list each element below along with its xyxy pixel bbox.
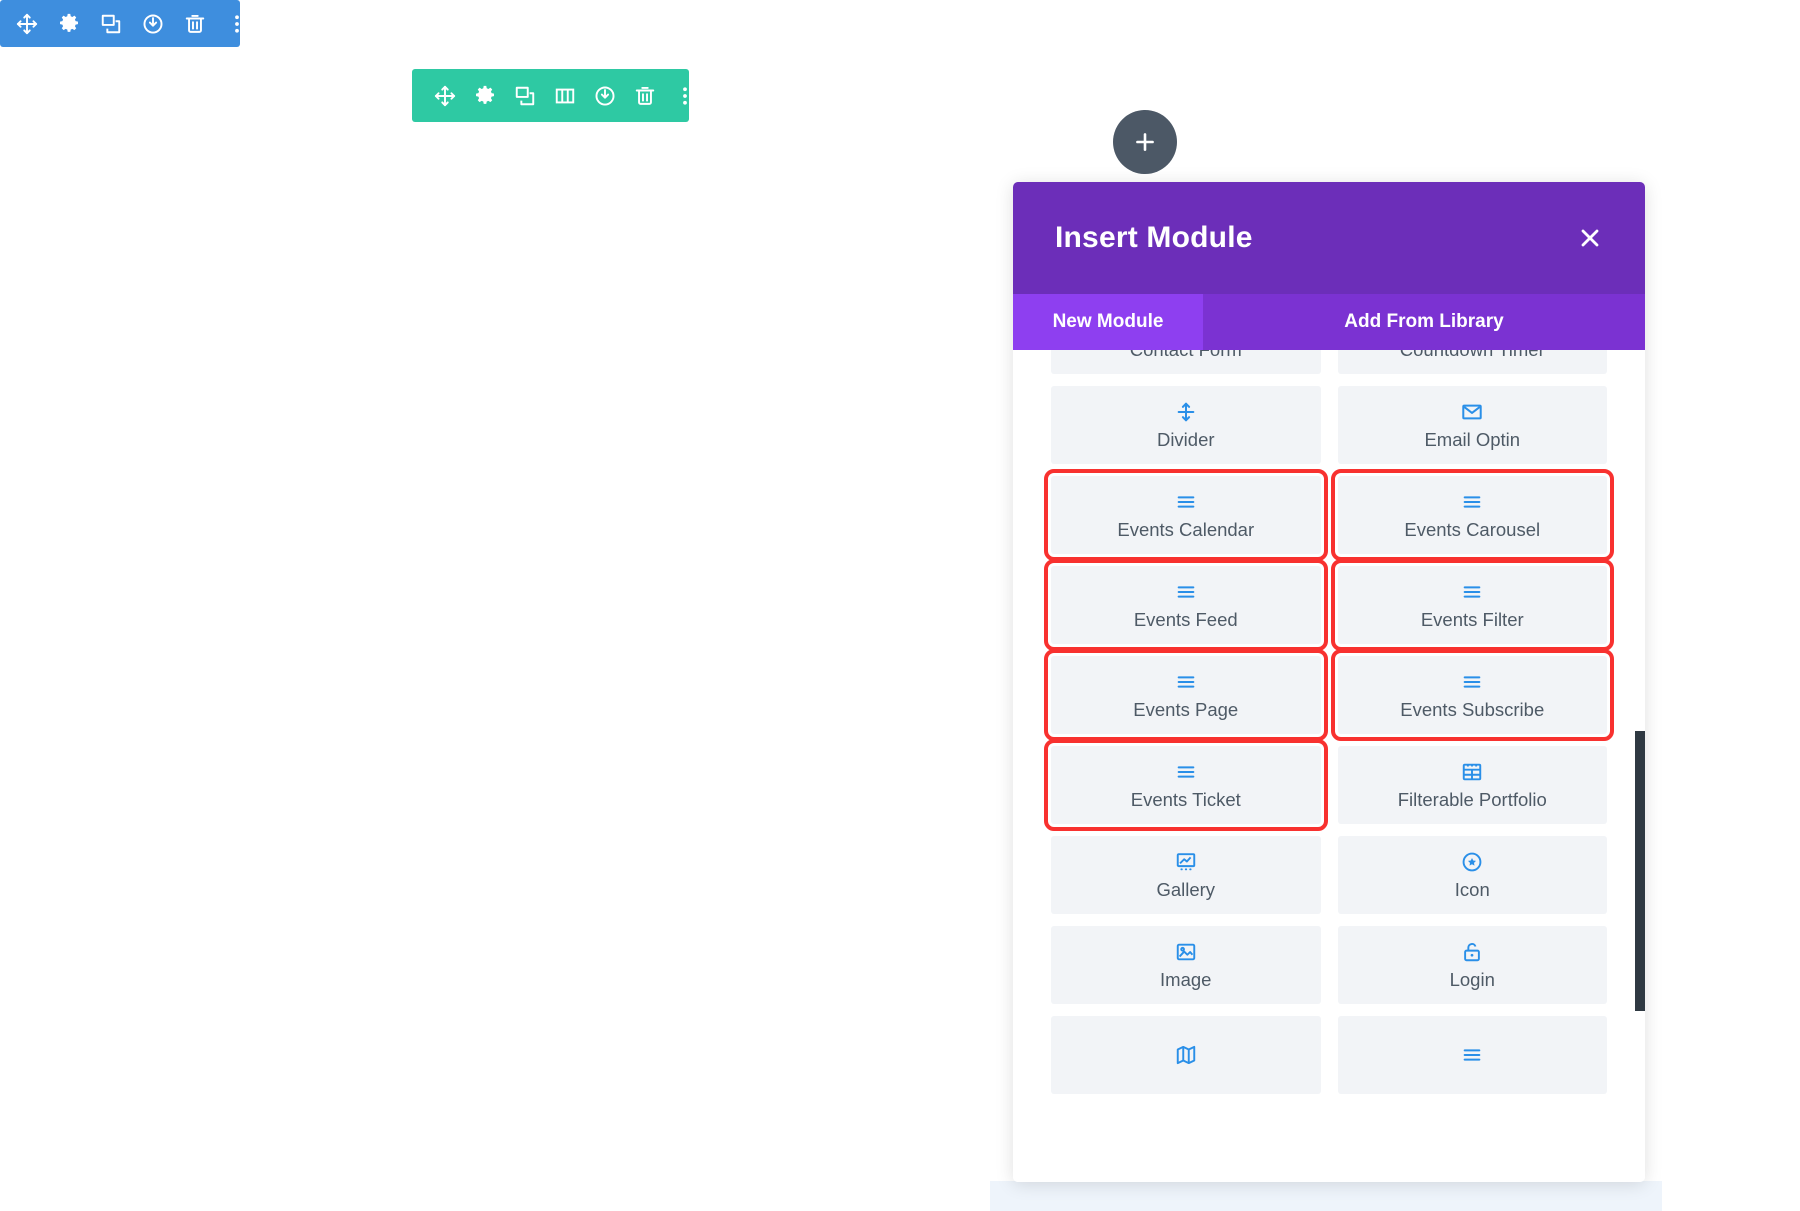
power-icon[interactable] [142, 13, 164, 35]
menu-lines-icon [1461, 580, 1483, 604]
move-icon[interactable] [434, 85, 456, 107]
trash-icon[interactable] [184, 13, 206, 35]
module-item[interactable]: Gallery [1051, 836, 1321, 914]
image-icon [1175, 940, 1197, 964]
module-item[interactable]: Email Optin [1337, 386, 1607, 464]
module-item[interactable]: Login [1337, 926, 1607, 1004]
unlock-icon [1461, 940, 1483, 964]
menu-lines-icon [1461, 1043, 1483, 1067]
ellipsis-vertical-icon[interactable] [226, 13, 248, 35]
modal-tabs: New Module Add From Library [1013, 294, 1645, 350]
duplicate-icon[interactable] [100, 13, 122, 35]
gear-icon[interactable] [58, 13, 80, 35]
module-item[interactable]: Events Ticket [1044, 739, 1328, 831]
module-item-label: Divider [1156, 429, 1215, 451]
menu-lines-icon [1461, 670, 1483, 694]
module-item[interactable]: Image [1051, 926, 1321, 1004]
gear-icon[interactable] [474, 85, 496, 107]
tab-new-module[interactable]: New Module [1013, 294, 1203, 350]
module-item-label: Events Feed [1133, 609, 1238, 631]
tab-add-from-library[interactable]: Add From Library [1203, 294, 1645, 350]
close-icon[interactable] [1573, 221, 1607, 255]
module-item-label: Countdown Timer [1400, 350, 1545, 360]
divi-builder-canvas: Insert Module New Module Add From Librar… [0, 0, 1800, 1211]
add-module-button[interactable] [1113, 110, 1177, 174]
modal-header: Insert Module [1013, 182, 1645, 294]
module-item[interactable]: Divider [1051, 386, 1321, 464]
trash-icon[interactable] [634, 85, 656, 107]
module-item-label: Events Subscribe [1400, 699, 1545, 721]
module-item[interactable]: Events Feed [1044, 559, 1328, 651]
menu-lines-icon [1461, 490, 1483, 514]
module-item-label: Icon [1454, 879, 1490, 901]
insert-module-modal: Insert Module New Module Add From Librar… [1013, 182, 1645, 1182]
module-item[interactable]: Icon [1337, 836, 1607, 914]
module-item-label: Events Filter [1420, 609, 1524, 631]
module-item[interactable]: Filterable Portfolio [1337, 746, 1607, 824]
module-item-label: Events Ticket [1130, 789, 1241, 811]
grid-table-icon [1461, 760, 1483, 784]
menu-lines-icon [1175, 670, 1197, 694]
menu-lines-icon [1175, 760, 1197, 784]
map-icon [1175, 1043, 1197, 1067]
page-title: Insert Module [1055, 221, 1253, 254]
power-icon[interactable] [594, 85, 616, 107]
columns-icon[interactable] [554, 85, 576, 107]
move-icon[interactable] [16, 13, 38, 35]
module-item-label: Contact Form [1130, 350, 1242, 360]
module-item[interactable]: Events Filter [1330, 559, 1614, 651]
module-item[interactable]: Contact Form [1051, 350, 1321, 374]
module-item-label: Events Page [1133, 699, 1239, 721]
module-item-label: Login [1449, 969, 1495, 991]
module-item-label: Events Carousel [1404, 519, 1541, 541]
gallery-icon [1175, 850, 1197, 874]
menu-lines-icon [1175, 580, 1197, 604]
module-item[interactable]: Events Calendar [1044, 469, 1328, 561]
module-item-label: Events Calendar [1117, 519, 1255, 541]
duplicate-icon[interactable] [514, 85, 536, 107]
header-notch [1132, 182, 1212, 184]
menu-lines-icon [1175, 490, 1197, 514]
module-item-label: Gallery [1156, 879, 1216, 901]
divider-icon [1175, 400, 1197, 424]
module-item-label: Filterable Portfolio [1397, 789, 1547, 811]
module-grid: Contact Form Countdown Timer Divider Email … [1044, 350, 1614, 1094]
envelope-icon [1461, 400, 1483, 424]
page-background-tint [990, 1181, 1662, 1211]
module-item[interactable]: Events Page [1044, 649, 1328, 741]
module-item[interactable] [1051, 1016, 1321, 1094]
star-circle-icon [1461, 850, 1483, 874]
module-item[interactable]: Events Carousel [1330, 469, 1614, 561]
row-settings-toolbar[interactable] [412, 69, 689, 122]
module-item-label: Email Optin [1424, 429, 1521, 451]
module-list-scrollbar[interactable] [1635, 731, 1645, 1011]
module-list-panel: Contact Form Countdown Timer Divider Email … [1013, 350, 1645, 1182]
module-item[interactable] [1337, 1016, 1607, 1094]
ellipsis-vertical-icon[interactable] [674, 85, 696, 107]
section-settings-toolbar[interactable] [0, 0, 240, 47]
module-item[interactable]: Events Subscribe [1330, 649, 1614, 741]
module-item-label: Image [1160, 969, 1212, 991]
module-item[interactable]: Countdown Timer [1337, 350, 1607, 374]
